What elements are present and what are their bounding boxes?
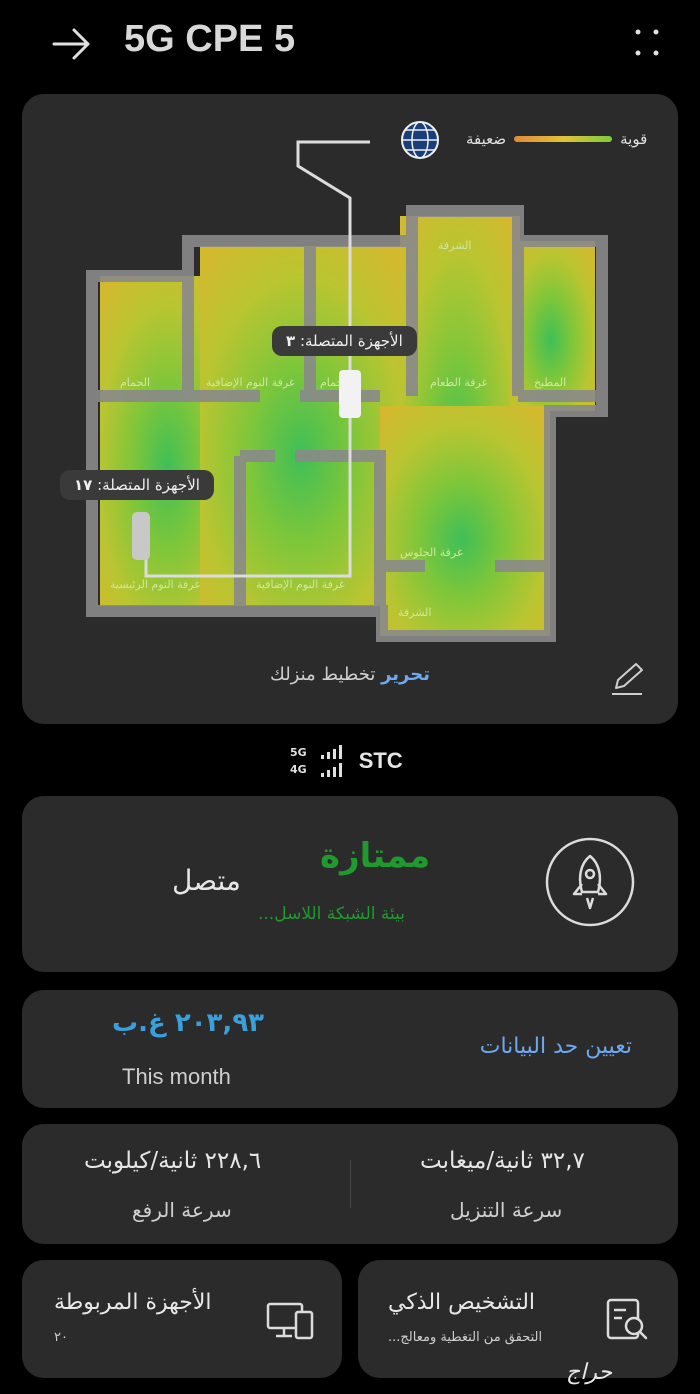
edit-home-layout-row: تحرير تخطيط منزلك xyxy=(22,664,678,685)
tooltip-label: الأجهزة المتصلة: xyxy=(97,476,200,494)
smart-diagnosis-tile[interactable]: التشخيص الذكي التحقق من التغطية ومعالج..… xyxy=(358,1260,678,1378)
room-label: غرفة النوم الإضافية xyxy=(256,578,345,591)
more-options-icon[interactable] xyxy=(630,26,664,60)
satellite-devices-tooltip[interactable]: الأجهزة المتصلة: ١٧ xyxy=(60,470,214,500)
room-label: المطبخ xyxy=(534,376,566,389)
connected-devices-count: ٢٠ xyxy=(54,1330,68,1345)
router-device-icon[interactable] xyxy=(339,370,361,418)
download-speed-value: ٣٢,٧ ثانية/ميغابت xyxy=(420,1148,585,1174)
room-label: غرفة النوم الإضافية xyxy=(206,376,295,389)
tech-5g: 5G xyxy=(290,746,307,759)
usage-period: This month xyxy=(122,1064,231,1089)
legend-strong-label: قوية xyxy=(620,130,648,148)
internet-globe-icon xyxy=(401,121,439,159)
edit-layout-text: تخطيط منزلك xyxy=(270,664,376,685)
network-status-card[interactable]: ممتازة بيئة الشبكة اللاسل... متصل xyxy=(22,796,678,972)
speed-divider xyxy=(350,1160,351,1208)
room-label: غرفة النوم الرئيسية xyxy=(110,578,200,591)
data-usage-card[interactable]: ٢٠٣,٩٣ غ.ب This month تعيين حد البيانات xyxy=(22,990,678,1108)
top-bar: 5G CPE 5 xyxy=(0,0,700,90)
signal-bars-icon xyxy=(320,745,342,777)
diagnosis-icon xyxy=(606,1298,648,1340)
usage-value: ٢٠٣,٩٣ غ.ب xyxy=(112,1008,265,1038)
smart-diagnosis-title: التشخيص الذكي xyxy=(388,1290,536,1315)
pencil-icon[interactable] xyxy=(608,660,646,696)
page-title: 5G CPE 5 xyxy=(124,18,296,60)
rocket-icon xyxy=(545,837,635,927)
network-environment: بيئة الشبكة اللاسل... xyxy=(258,904,405,924)
upload-speed-value: ٢٢٨,٦ ثانية/كيلوبت xyxy=(84,1148,262,1174)
room-label: الحمام xyxy=(120,376,150,389)
connection-status: متصل xyxy=(172,864,241,897)
back-arrow-icon[interactable] xyxy=(50,24,94,64)
room-label: غرفة الجلوس xyxy=(400,546,463,559)
tooltip-count: ٣ xyxy=(286,332,296,350)
connected-devices-tile[interactable]: الأجهزة المربوطة ٢٠ xyxy=(22,1260,342,1378)
room-label: الشرفة xyxy=(438,239,471,252)
set-data-limit-link[interactable]: تعيين حد البيانات xyxy=(480,1034,632,1059)
connected-devices-title: الأجهزة المربوطة xyxy=(54,1290,212,1315)
smart-diagnosis-subtitle: التحقق من التغطية ومعالج... xyxy=(388,1330,543,1345)
speed-card[interactable]: ٢٢٨,٦ ثانية/كيلوبت سرعة الرفع ٣٢,٧ ثانية… xyxy=(22,1124,678,1244)
download-speed-label: سرعة التنزيل xyxy=(450,1198,563,1222)
room-label: غرفة الطعام xyxy=(430,376,488,389)
satellite-device-icon[interactable] xyxy=(132,512,150,560)
upload-speed-label: سرعة الرفع xyxy=(132,1198,232,1222)
tooltip-label: الأجهزة المتصلة: xyxy=(299,332,403,350)
carrier-signal-row: 5G 4G STC xyxy=(290,740,403,782)
carrier-name: STC xyxy=(358,748,403,773)
network-tech: 5G 4G xyxy=(290,744,307,778)
network-quality: ممتازة xyxy=(320,836,431,876)
floor-plan-heatmap: الشرفة الحمام غرفة النوم الإضافية الحمام… xyxy=(86,121,608,642)
tooltip-count: ١٧ xyxy=(74,476,93,494)
tech-4g: 4G xyxy=(290,763,307,776)
router-devices-tooltip[interactable]: الأجهزة المتصلة: ٣ xyxy=(272,326,417,356)
edit-layout-link[interactable]: تحرير xyxy=(381,664,430,685)
devices-icon xyxy=(266,1302,314,1340)
room-label: الشرفة xyxy=(398,606,431,619)
watermark-logo: حراج xyxy=(566,1360,613,1385)
